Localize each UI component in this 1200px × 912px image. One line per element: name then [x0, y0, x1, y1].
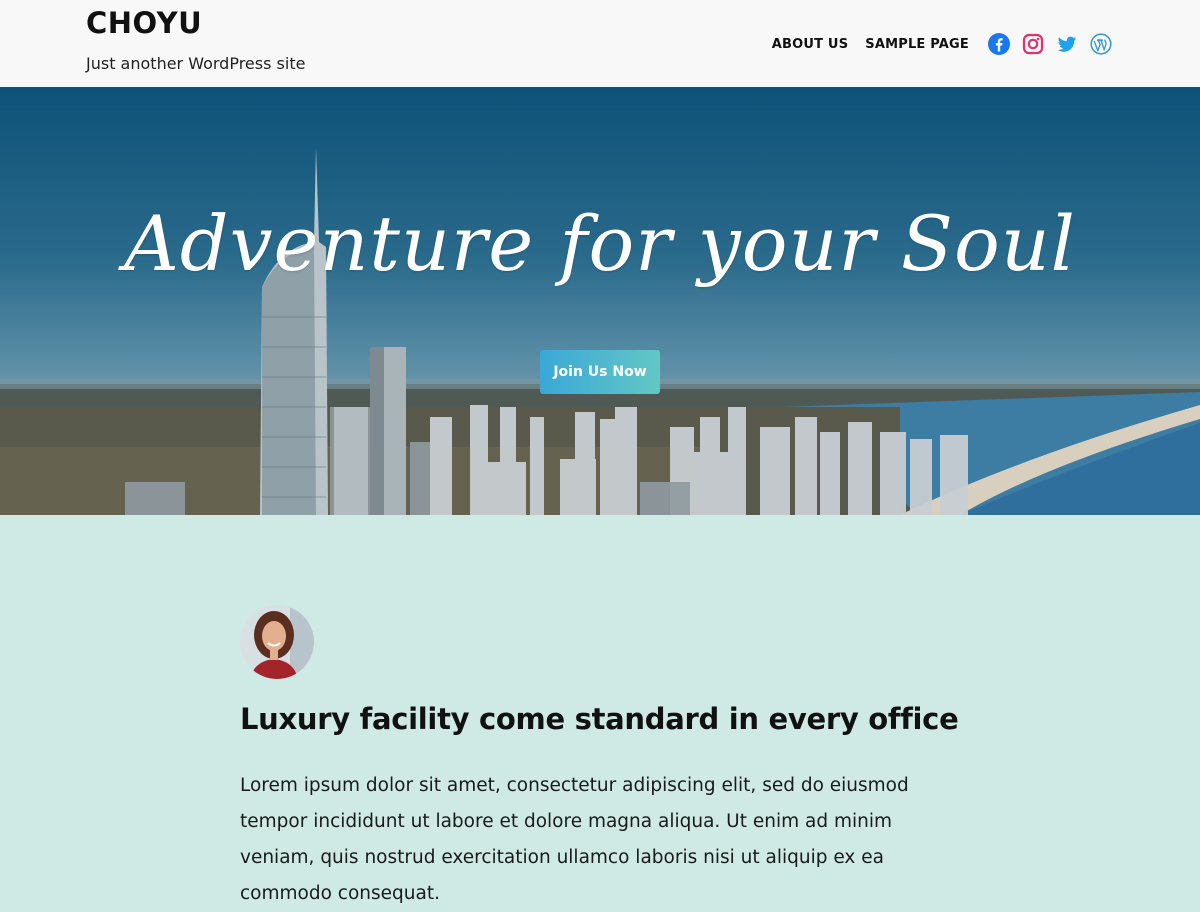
nav-link-sample-page[interactable]: SAMPLE PAGE	[865, 37, 969, 52]
hero-heading: Adventure for your Soul	[124, 199, 1076, 288]
primary-nav: ABOUT US SAMPLE PAGE	[772, 32, 1112, 56]
join-us-button[interactable]: Join Us Now	[540, 350, 660, 394]
hero-banner: Adventure for your Soul Join Us Now	[0, 87, 1200, 515]
content-section: Luxury facility come standard in every o…	[0, 515, 1200, 904]
city-skyline-image	[0, 147, 1200, 515]
site-title[interactable]: CHOYU	[86, 6, 202, 40]
nav-link-about-us[interactable]: ABOUT US	[772, 37, 849, 52]
section-title: Luxury facility come standard in every o…	[240, 702, 959, 736]
site-header: CHOYU Just another WordPress site ABOUT …	[0, 0, 1200, 87]
section-body-text: Lorem ipsum dolor sit amet, consectetur …	[240, 775, 909, 904]
twitter-icon[interactable]	[1056, 33, 1078, 55]
instagram-icon[interactable]	[1022, 33, 1044, 55]
wordpress-icon[interactable]	[1090, 33, 1112, 55]
avatar	[240, 605, 314, 679]
social-links	[988, 33, 1112, 55]
facebook-icon[interactable]	[988, 33, 1010, 55]
site-tagline: Just another WordPress site	[86, 54, 306, 73]
